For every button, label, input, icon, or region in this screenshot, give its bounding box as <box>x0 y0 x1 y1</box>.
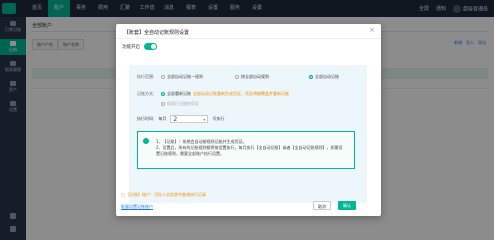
option-label: 保留已记账的凭证 <box>167 101 199 106</box>
scope-option-2[interactable]: 按全部自动规则 <box>235 74 269 80</box>
divider <box>116 38 381 39</box>
option-label: 全部自动记账一规则 <box>167 74 203 79</box>
method-option-rebook[interactable]: 全部重新记账 全部自动记账重新生成凭证，凭证将被覆盖并重新记账 <box>161 91 289 97</box>
close-icon[interactable]: × <box>369 27 375 34</box>
chevron-down-icon: ▾ <box>203 116 206 122</box>
method-row: 记账方式: 全部重新记账 全部自动记账重新生成凭证，凭证将被覆盖并重新记账 <box>137 91 363 97</box>
confirm-button[interactable]: 确认 <box>338 201 356 210</box>
option-label: 全部重新记账 <box>167 91 191 96</box>
method-description: 全部自动记账重新生成凭证，凭证将被覆盖并重新记账 <box>193 91 289 96</box>
batch-settings-link[interactable]: 批量设置记账账户 <box>121 204 153 210</box>
scope-option-1[interactable]: 全部自动记账一规则 <box>161 74 203 80</box>
scope-label: 执行范围: <box>137 74 155 79</box>
method-label: 记账方式: <box>137 91 155 96</box>
radio-selected-icon <box>161 92 165 96</box>
schedule-row: 执行时间: 每月 2 ▾ 号执行 <box>137 115 224 123</box>
settings-panel: 执行范围: 全部自动记账一规则 按全部自动规则 全部自动记账 记账方式: 全部重… <box>129 65 367 203</box>
auto-bookkeeping-dialog: 【账套】全自动记账规则设置 × 功能开启 执行范围: 全部自动记账一规则 按全部… <box>116 24 381 216</box>
schedule-prefix: 每月 <box>158 116 167 121</box>
schedule-label: 执行时间: <box>137 116 155 121</box>
info-note: 1、【记账】：系统会自动按规则记账并生成凭证。 2、设置后，所有的记账规则都将按… <box>137 131 355 169</box>
radio-selected-icon <box>309 75 313 79</box>
dialog-title: 【账套】全自动记账规则设置 <box>124 30 190 36</box>
day-select[interactable]: 2 ▾ <box>170 115 209 123</box>
scope-row: 执行范围: 全部自动记账一规则 按全部自动规则 全部自动记账 <box>137 74 363 80</box>
cancel-button[interactable]: 取消 <box>313 201 331 210</box>
feature-toggle[interactable] <box>144 43 157 50</box>
toggle-label: 功能开启 <box>122 44 140 50</box>
feature-toggle-row: 功能开启 <box>122 43 157 50</box>
info-icon <box>143 138 149 144</box>
radio-icon <box>161 75 165 79</box>
schedule-suffix: 号执行 <box>212 116 225 121</box>
note-line: 2、设置后，所有的记账规则都将按设置执行，每月执行【全自动记账】或者【全自动记账… <box>156 145 343 156</box>
option-label: 按全部自动规则 <box>241 74 269 79</box>
radio-icon <box>161 102 165 106</box>
note-text: 1、【记账】：系统会自动按规则记账并生成凭证。 2、设置后，所有的记账规则都将按… <box>156 139 346 157</box>
day-value: 2 <box>173 115 178 123</box>
scope-option-3[interactable]: 全部自动记账 <box>309 74 339 80</box>
keep-booked-option[interactable]: 保留已记账的凭证 <box>161 101 199 107</box>
radio-icon <box>235 75 239 79</box>
option-label: 全部自动记账 <box>315 74 339 79</box>
tip-text: □ 【记账】账户：可在人员信息中查询执行记录 <box>121 192 207 197</box>
